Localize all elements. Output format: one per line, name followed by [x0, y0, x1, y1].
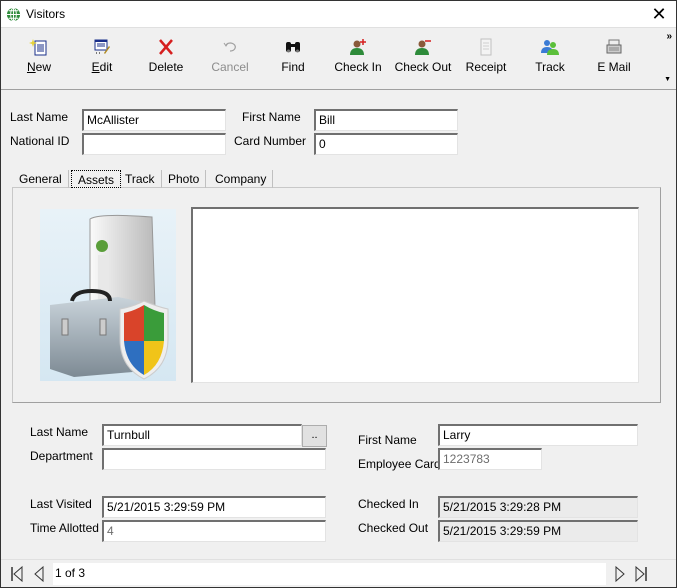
- check-out-button[interactable]: Check Out: [390, 38, 456, 86]
- receipt-button[interactable]: Receipt: [454, 38, 518, 86]
- users-icon: [541, 40, 559, 55]
- edit-label-u: E: [91, 60, 100, 74]
- card-number-label: Card Number: [234, 134, 307, 148]
- tab-assets[interactable]: Assets: [71, 170, 122, 188]
- national-id-label: National ID: [10, 134, 70, 148]
- assets-list[interactable]: [191, 207, 639, 383]
- track-button[interactable]: Track: [518, 38, 582, 86]
- tab-photo[interactable]: Photo: [162, 170, 207, 188]
- new-button[interactable]: New: [7, 38, 71, 86]
- time-allotted-input[interactable]: 4: [102, 520, 326, 542]
- cancel-button[interactable]: Cancel: [198, 38, 262, 86]
- host-first-name-input[interactable]: Larry: [438, 424, 638, 446]
- last-visited-input[interactable]: 5/21/2015 3:29:59 PM: [102, 496, 326, 518]
- find-label: Find: [281, 60, 305, 74]
- window-title: Visitors: [26, 7, 66, 21]
- checked-in-label: Checked In: [358, 497, 419, 511]
- delete-button[interactable]: Delete: [134, 38, 198, 86]
- email-label: E Mail: [597, 60, 631, 74]
- first-record-icon[interactable]: [9, 565, 25, 583]
- checked-out-input[interactable]: 5/21/2015 3:29:59 PM: [438, 520, 638, 542]
- previous-record-icon[interactable]: [31, 565, 47, 583]
- tab-general[interactable]: General: [13, 170, 69, 188]
- receipt-icon: [480, 38, 492, 56]
- user-remove-icon: [415, 40, 431, 55]
- checked-in-input[interactable]: 5/21/2015 3:29:28 PM: [438, 496, 638, 518]
- last-visited-label: Last Visited: [30, 497, 92, 511]
- visitor-first-name-input[interactable]: Bill: [314, 109, 458, 131]
- card-number-input[interactable]: 0: [314, 133, 458, 155]
- visitor-first-name-label: First Name: [242, 110, 301, 124]
- close-button[interactable]: ✕: [642, 1, 676, 28]
- toolbox-shield-icon: [50, 214, 169, 380]
- assets-image: [40, 209, 176, 381]
- record-position: 1 of 3: [53, 563, 606, 585]
- national-id-input[interactable]: [82, 133, 226, 155]
- check-in-button[interactable]: Check In: [325, 38, 391, 86]
- employee-card-input[interactable]: 1223783: [438, 448, 542, 470]
- undo-icon: [223, 42, 236, 52]
- employee-card-label: Employee Card: [358, 457, 441, 471]
- toolbar-dropdown-icon[interactable]: ▼: [664, 76, 671, 83]
- host-first-name-label: First Name: [358, 433, 417, 447]
- tab-company[interactable]: Company: [209, 170, 274, 188]
- next-record-icon[interactable]: [612, 565, 628, 583]
- toolbar: New Edit Delete Cancel Find Check In Che…: [1, 28, 676, 90]
- visitor-last-name-input[interactable]: McAllister: [82, 109, 226, 131]
- receipt-label: Receipt: [465, 60, 507, 74]
- browse-host-button[interactable]: ..: [302, 425, 327, 447]
- new-document-icon: [29, 39, 47, 56]
- title-bar: Visitors ✕: [1, 1, 676, 28]
- toolbar-overflow-button[interactable]: »: [666, 31, 672, 42]
- user-add-icon: [350, 39, 366, 55]
- host-last-name-input[interactable]: Turnbull: [102, 424, 302, 446]
- record-navigator: 1 of 3: [1, 559, 676, 587]
- last-record-icon[interactable]: [633, 565, 649, 583]
- delete-x-icon: [159, 39, 173, 55]
- time-allotted-label: Time Allotted: [30, 521, 99, 535]
- binoculars-icon: [286, 42, 300, 53]
- new-label: ew: [35, 60, 51, 74]
- delete-label: Delete: [148, 60, 184, 74]
- new-label-u: N: [26, 60, 36, 74]
- edit-button[interactable]: Edit: [70, 38, 134, 86]
- email-icon: [606, 39, 622, 54]
- host-last-name-label: Last Name: [30, 425, 89, 439]
- cancel-label: Cancel: [211, 60, 249, 74]
- department-input[interactable]: [102, 448, 326, 470]
- department-label: Department: [30, 449, 93, 463]
- check-in-label: Check In: [334, 60, 382, 74]
- checked-out-label: Checked Out: [358, 521, 429, 535]
- email-button[interactable]: E Mail: [582, 38, 646, 86]
- check-out-label: Check Out: [394, 60, 452, 74]
- tab-track[interactable]: Track: [119, 170, 162, 188]
- track-label: Track: [535, 60, 565, 74]
- visitor-last-name-label: Last Name: [10, 110, 69, 124]
- visitors-window: Visitors ✕ New Edit Delete Cancel Find C…: [0, 0, 677, 588]
- find-button[interactable]: Find: [261, 38, 325, 86]
- globe-icon: [6, 7, 21, 22]
- edit-label: dit: [99, 60, 113, 74]
- edit-icon: [94, 39, 110, 54]
